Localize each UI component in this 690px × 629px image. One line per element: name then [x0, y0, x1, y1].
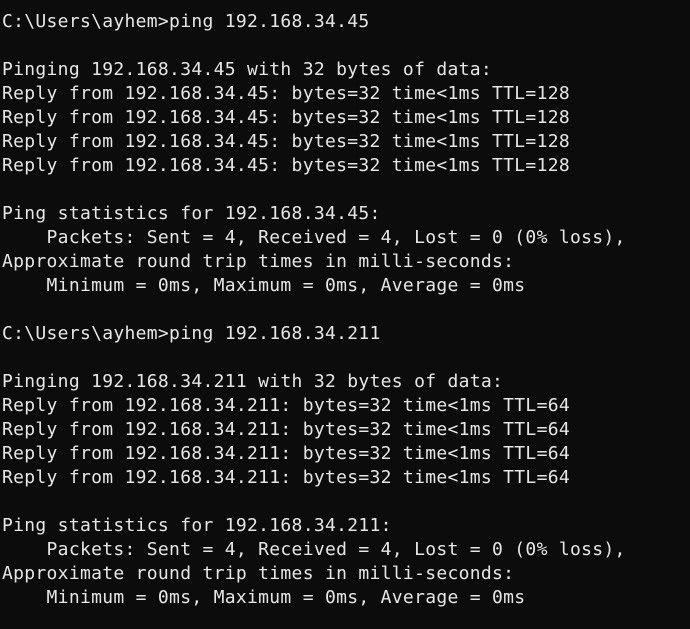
statistics-header-line: Ping statistics for 192.168.34.211:: [2, 515, 392, 536]
packets-summary-line: Packets: Sent = 4, Received = 4, Lost = …: [2, 539, 626, 560]
statistics-header-line: Ping statistics for 192.168.34.45:: [2, 203, 381, 224]
ping-header-line: Pinging 192.168.34.45 with 32 bytes of d…: [2, 59, 493, 80]
round-trip-header-line: Approximate round trip times in milli-se…: [2, 563, 515, 584]
reply-line: Reply from 192.168.34.45: bytes=32 time<…: [2, 107, 570, 128]
reply-line: Reply from 192.168.34.45: bytes=32 time<…: [2, 155, 570, 176]
round-trip-header-line: Approximate round trip times in milli-se…: [2, 251, 515, 272]
reply-line: Reply from 192.168.34.211: bytes=32 time…: [2, 419, 570, 440]
round-trip-summary-line: Minimum = 0ms, Maximum = 0ms, Average = …: [2, 275, 526, 296]
reply-line: Reply from 192.168.34.211: bytes=32 time…: [2, 467, 570, 488]
terminal-output[interactable]: C:\Users\ayhem>ping 192.168.34.45 Pingin…: [0, 0, 690, 629]
reply-line: Reply from 192.168.34.211: bytes=32 time…: [2, 443, 570, 464]
round-trip-summary-line: Minimum = 0ms, Maximum = 0ms, Average = …: [2, 587, 526, 608]
reply-line: Reply from 192.168.34.45: bytes=32 time<…: [2, 83, 570, 104]
reply-line: Reply from 192.168.34.211: bytes=32 time…: [2, 395, 570, 416]
command-prompt-line: C:\Users\ayhem>ping 192.168.34.45: [2, 11, 370, 32]
packets-summary-line: Packets: Sent = 4, Received = 4, Lost = …: [2, 227, 626, 248]
command-prompt-line: C:\Users\ayhem>ping 192.168.34.211: [2, 323, 381, 344]
reply-line: Reply from 192.168.34.45: bytes=32 time<…: [2, 131, 570, 152]
ping-header-line: Pinging 192.168.34.211 with 32 bytes of …: [2, 371, 504, 392]
